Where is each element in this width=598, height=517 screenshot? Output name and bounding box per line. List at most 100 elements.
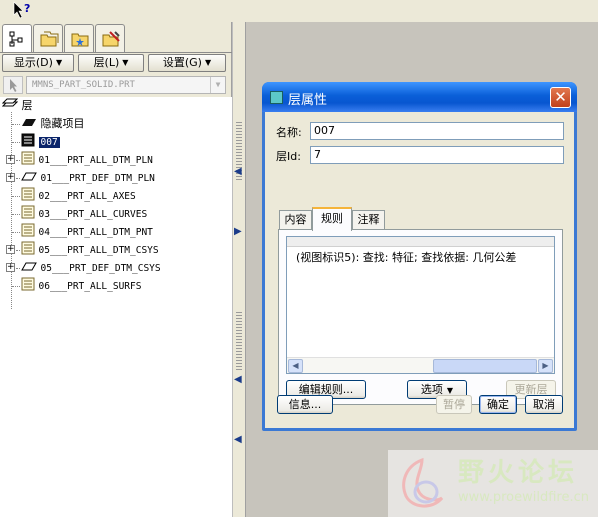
tree-item-layer[interactable]: 01___PRT_DEF_DTM_PLN (21, 169, 155, 187)
pointer-icon (10, 79, 17, 92)
horizontal-scrollbar[interactable]: ◀ ▶ (287, 357, 554, 373)
tree-connector (16, 178, 20, 179)
rules-list-header (287, 237, 554, 247)
sash-grip[interactable] (236, 312, 242, 372)
tree-item-label: 04___PRT_ALL_DTM_PNT (38, 227, 153, 238)
tree-item-layer-007[interactable]: 007 (21, 133, 60, 151)
tab-label: 注释 (357, 213, 380, 226)
plane-layer-icon (21, 172, 37, 181)
tree-item-label: 03___PRT_ALL_CURVES (38, 209, 148, 220)
favorites-tab[interactable] (64, 24, 94, 52)
model-tree-tab[interactable] (2, 24, 32, 53)
collapse-left-icon[interactable]: ◀ (234, 434, 242, 445)
tree-item-label: 007 (38, 137, 60, 148)
flame-logo-icon (402, 457, 444, 508)
layer-id-field[interactable]: 7 (310, 146, 564, 164)
scroll-thumb[interactable] (433, 359, 537, 373)
cancel-label: 取消 (533, 398, 555, 411)
rules-panel: (视图标识5): 查找: 特征; 查找依据: 几何公差 ◀ ▶ 编辑规则... … (278, 229, 563, 405)
ok-button[interactable]: 确定 (479, 395, 517, 414)
model-combo-value: MMNS_PART_SOLID.PRT (32, 80, 135, 90)
tab-contents[interactable]: 内容 (279, 210, 312, 230)
scroll-right-icon[interactable]: ▶ (538, 359, 553, 373)
tree-item-layer[interactable]: 02___PRT_ALL_AXES (21, 187, 136, 205)
tree-item-label: 隐藏项目 (40, 117, 85, 130)
tree-item-layer[interactable]: 05___PRT_DEF_DTM_CSYS (21, 259, 161, 277)
layer-icon (21, 277, 35, 291)
layer-properties-dialog: 层属性 ✕ 名称: 007 层Id: 7 内容 规则 注释 (视图标识5): 查… (262, 82, 577, 431)
pause-button[interactable]: 暂停 (436, 395, 472, 414)
expand-icon[interactable]: + (6, 245, 15, 254)
expand-icon[interactable]: + (6, 263, 15, 272)
tab-rules[interactable]: 规则 (312, 207, 352, 231)
chevron-down-icon: ▼ (122, 58, 129, 67)
layer-tree: 层 隐藏项目 007 + 01___PRT_ALL_DTM_PLN + 01__… (0, 97, 232, 517)
tree-item-layer[interactable]: 05___PRT_ALL_DTM_CSYS (21, 241, 159, 259)
dialog-title-bar[interactable]: 层属性 ✕ (262, 82, 577, 112)
tree-item-label: 01___PRT_DEF_DTM_PLN (40, 173, 155, 184)
tab-label: 内容 (284, 213, 307, 226)
layer-icon (21, 151, 35, 165)
whats-this-help-icon[interactable]: ? (12, 1, 32, 19)
close-icon: ✕ (554, 88, 567, 106)
rules-list[interactable]: (视图标识5): 查找: 特征; 查找依据: 几何公差 ◀ ▶ (286, 236, 555, 374)
tree-connector (12, 142, 20, 143)
info-label: 信息... (288, 398, 322, 411)
show-menu-label: 显示(D) (13, 56, 53, 69)
tree-root-label: 层 (21, 99, 33, 112)
expand-icon[interactable]: + (6, 173, 15, 182)
model-combo[interactable]: MMNS_PART_SOLID.PRT ▼ (26, 76, 226, 94)
collapse-left-icon[interactable]: ◀ (234, 374, 242, 385)
layer-button-row: 显示(D) ▼ 层(L) ▼ 设置(G) ▼ (0, 53, 232, 73)
tab-label: 规则 (321, 212, 343, 225)
dialog-app-icon (270, 91, 283, 104)
layer-icon (21, 241, 35, 255)
connections-icon (102, 31, 120, 47)
plane-layer-icon (21, 262, 37, 271)
tree-item-label: 05___PRT_DEF_DTM_CSYS (40, 263, 161, 274)
tree-connector (16, 250, 20, 251)
layer-menu-label: 层(L) (93, 56, 120, 69)
name-field-value: 007 (314, 124, 335, 137)
name-field[interactable]: 007 (310, 122, 564, 140)
show-menu-button[interactable]: 显示(D) ▼ (2, 54, 74, 72)
model-selector-row: MMNS_PART_SOLID.PRT ▼ (0, 75, 232, 95)
ok-label: 确定 (487, 398, 509, 411)
select-arrow-button[interactable] (3, 76, 23, 94)
favorites-icon (71, 33, 89, 47)
watermark-title: 野火论坛 (458, 458, 579, 488)
settings-menu-button[interactable]: 设置(G) ▼ (148, 54, 226, 72)
tree-item-label: 06___PRT_ALL_SURFS (38, 281, 142, 292)
chevron-down-icon: ▼ (204, 58, 212, 67)
dialog-title: 层属性 (288, 93, 328, 108)
tree-item-layer[interactable]: 04___PRT_ALL_DTM_PNT (21, 223, 153, 241)
scroll-left-icon[interactable]: ◀ (288, 359, 303, 373)
info-button[interactable]: 信息... (277, 395, 333, 414)
tree-item-label: 01___PRT_ALL_DTM_PLN (38, 155, 153, 166)
layer-menu-button[interactable]: 层(L) ▼ (78, 54, 144, 72)
layer-id-label: 层Id: (276, 150, 301, 163)
navigator-panel: 显示(D) ▼ 层(L) ▼ 设置(G) ▼ MMNS_PART_SOLID.PRT … (0, 22, 232, 517)
tree-root[interactable]: 层 (1, 97, 33, 115)
tree-item-layer[interactable]: 03___PRT_ALL_CURVES (21, 205, 147, 223)
layers-icon (1, 98, 19, 107)
close-button[interactable]: ✕ (550, 87, 571, 108)
settings-menu-label: 设置(G) (162, 56, 202, 69)
rule-entry[interactable]: (视图标识5): 查找: 特征; 查找依据: 几何公差 (296, 249, 552, 265)
expand-icon[interactable]: + (6, 155, 15, 164)
collapse-left-icon[interactable]: ◀ (234, 166, 242, 177)
expand-right-icon[interactable]: ▶ (234, 226, 242, 237)
chevron-down-icon: ▼ (55, 58, 63, 67)
chevron-down-icon: ▼ (446, 386, 454, 395)
tab-notes[interactable]: 注释 (352, 210, 385, 230)
connections-tab[interactable] (95, 24, 125, 52)
navigator-sash[interactable]: ◀ ▶ ◀ ◀ (232, 22, 246, 517)
chevron-down-icon: ▼ (210, 77, 225, 93)
top-toolbar: ? (0, 0, 598, 22)
folder-browser-tab[interactable] (33, 24, 63, 52)
tree-item-layer[interactable]: 01___PRT_ALL_DTM_PLN (21, 151, 153, 169)
tree-item-layer[interactable]: 06___PRT_ALL_SURFS (21, 277, 141, 295)
cancel-button[interactable]: 取消 (525, 395, 563, 414)
layer-icon (21, 187, 35, 201)
tree-item-hidden-items[interactable]: 隐藏项目 (21, 115, 85, 133)
